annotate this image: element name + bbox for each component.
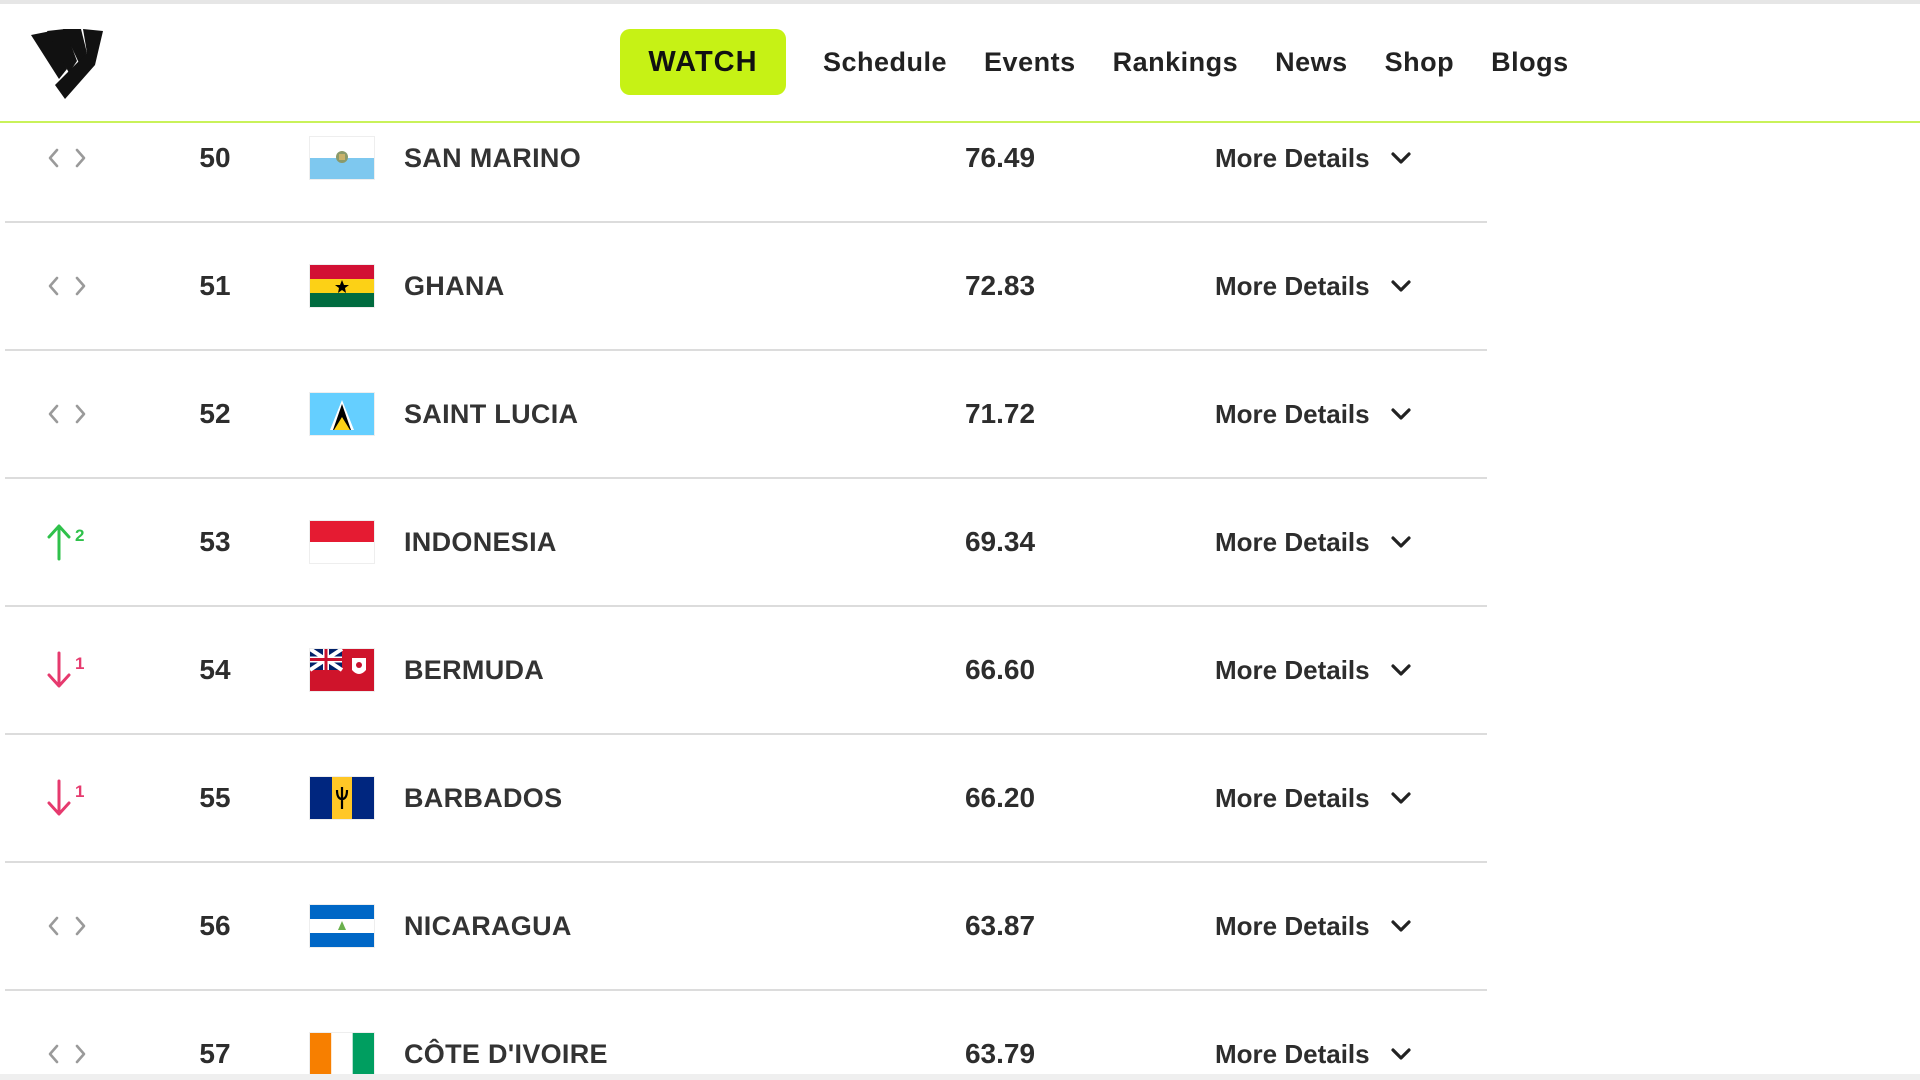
rank-unchanged-indicator	[47, 863, 87, 989]
ranking-points: 66.60	[964, 654, 1036, 685]
more-details-label: More Details	[1215, 654, 1370, 685]
arrow-down-icon	[47, 651, 71, 688]
chevron-down-icon	[1391, 920, 1411, 932]
volleyball-world-logo[interactable]	[29, 27, 105, 101]
rank-change-value: 1	[75, 782, 85, 801]
ranking-row: 1 54 BERMUDA 66.60 More Details	[5, 607, 1487, 735]
nav-news[interactable]: News	[1275, 47, 1348, 78]
san-marino-flag	[310, 137, 374, 179]
rank-down-indicator: 1	[47, 735, 84, 861]
rank-change-value: 2	[75, 526, 85, 545]
ranking-row: 52 SAINT LUCIA 71.72 More Details	[5, 351, 1487, 479]
country-name[interactable]: NICARAGUA	[404, 863, 664, 989]
country-name[interactable]: GHANA	[404, 223, 664, 349]
saint-lucia-flag	[310, 393, 374, 435]
ghana-flag	[310, 265, 374, 307]
rank-unchanged-indicator	[47, 223, 87, 349]
ranking-row: 2 53 INDONESIA 69.34 More Details	[5, 479, 1487, 607]
unchanged-icon	[48, 148, 86, 168]
more-details-label: More Details	[1215, 782, 1370, 813]
unchanged-icon	[48, 1044, 86, 1064]
bermuda-flag	[310, 649, 374, 691]
ranking-row: 56 NICARAGUA 63.87 More Details	[5, 863, 1487, 991]
site-header: WATCH Schedule Events Rankings News Shop…	[0, 4, 1920, 123]
nav-schedule[interactable]: Schedule	[823, 47, 947, 78]
country-name[interactable]: BERMUDA	[404, 607, 664, 733]
more-details-label: More Details	[1215, 398, 1370, 429]
more-details-button[interactable]: More Details	[1215, 479, 1412, 605]
arrow-down-icon	[47, 779, 71, 816]
country-name[interactable]: SAINT LUCIA	[404, 351, 664, 477]
main-nav: WATCH Schedule Events Rankings News Shop…	[620, 29, 1606, 95]
ranking-row: 1 55 BARBADOS 66.20 More Details	[5, 735, 1487, 863]
rank-number: 51	[199, 270, 231, 301]
rank-unchanged-indicator	[47, 991, 87, 1080]
rank-number: 57	[199, 1038, 231, 1069]
more-details-button[interactable]: More Details	[1215, 863, 1412, 989]
country-name[interactable]: CÔTE D'IVOIRE	[404, 991, 664, 1080]
ranking-points: 66.20	[964, 782, 1036, 813]
rank-number: 56	[199, 910, 231, 941]
more-details-label: More Details	[1215, 526, 1370, 557]
rank-change-value: 1	[75, 654, 85, 673]
nav-events[interactable]: Events	[984, 47, 1076, 78]
rank-number: 52	[199, 398, 231, 429]
chevron-down-icon	[1391, 408, 1411, 420]
ranking-row: 57 CÔTE D'IVOIRE 63.79 More Details	[5, 991, 1487, 1080]
chevron-down-icon	[1391, 664, 1411, 676]
ranking-points: 63.79	[964, 1038, 1036, 1069]
more-details-label: More Details	[1215, 270, 1370, 301]
arrow-up-icon	[47, 524, 71, 561]
more-details-label: More Details	[1215, 910, 1370, 941]
barbados-flag	[310, 777, 374, 819]
country-name[interactable]: INDONESIA	[404, 479, 664, 605]
rank-number: 55	[199, 782, 231, 813]
ranking-row: 51 GHANA 72.83 More Details	[5, 223, 1487, 351]
nav-shop[interactable]: Shop	[1385, 47, 1455, 78]
rank-unchanged-indicator	[47, 351, 87, 477]
rankings-page: WATCH Schedule Events Rankings News Shop…	[0, 0, 1920, 1080]
chevron-down-icon	[1391, 792, 1411, 804]
rank-number: 54	[199, 654, 231, 685]
rank-number: 53	[199, 526, 231, 557]
country-name[interactable]: BARBADOS	[404, 735, 664, 861]
ranking-points: 71.72	[964, 398, 1036, 429]
cote-divoire-flag	[310, 1033, 374, 1075]
more-details-button[interactable]: More Details	[1215, 223, 1412, 349]
more-details-button[interactable]: More Details	[1215, 351, 1412, 477]
indonesia-flag	[310, 521, 374, 563]
more-details-button[interactable]: More Details	[1215, 735, 1412, 861]
more-details-button[interactable]: More Details	[1215, 607, 1412, 733]
bottom-border	[0, 1074, 1920, 1080]
nav-rankings[interactable]: Rankings	[1113, 47, 1239, 78]
chevron-down-icon	[1391, 280, 1411, 292]
nicaragua-flag	[310, 905, 374, 947]
unchanged-icon	[48, 404, 86, 424]
chevron-down-icon	[1391, 536, 1411, 548]
chevron-down-icon	[1391, 152, 1411, 164]
ranking-points: 63.87	[964, 910, 1036, 941]
unchanged-icon	[48, 916, 86, 936]
nav-blogs[interactable]: Blogs	[1491, 47, 1569, 78]
watch-button[interactable]: WATCH	[620, 29, 786, 95]
more-details-label: More Details	[1215, 142, 1370, 173]
rank-up-indicator: 2	[47, 479, 84, 605]
ranking-points: 69.34	[964, 526, 1036, 557]
ranking-points: 72.83	[964, 270, 1036, 301]
unchanged-icon	[48, 276, 86, 296]
more-details-label: More Details	[1215, 1038, 1370, 1069]
rank-down-indicator: 1	[47, 607, 84, 733]
more-details-button[interactable]: More Details	[1215, 991, 1412, 1080]
chevron-down-icon	[1391, 1048, 1411, 1060]
